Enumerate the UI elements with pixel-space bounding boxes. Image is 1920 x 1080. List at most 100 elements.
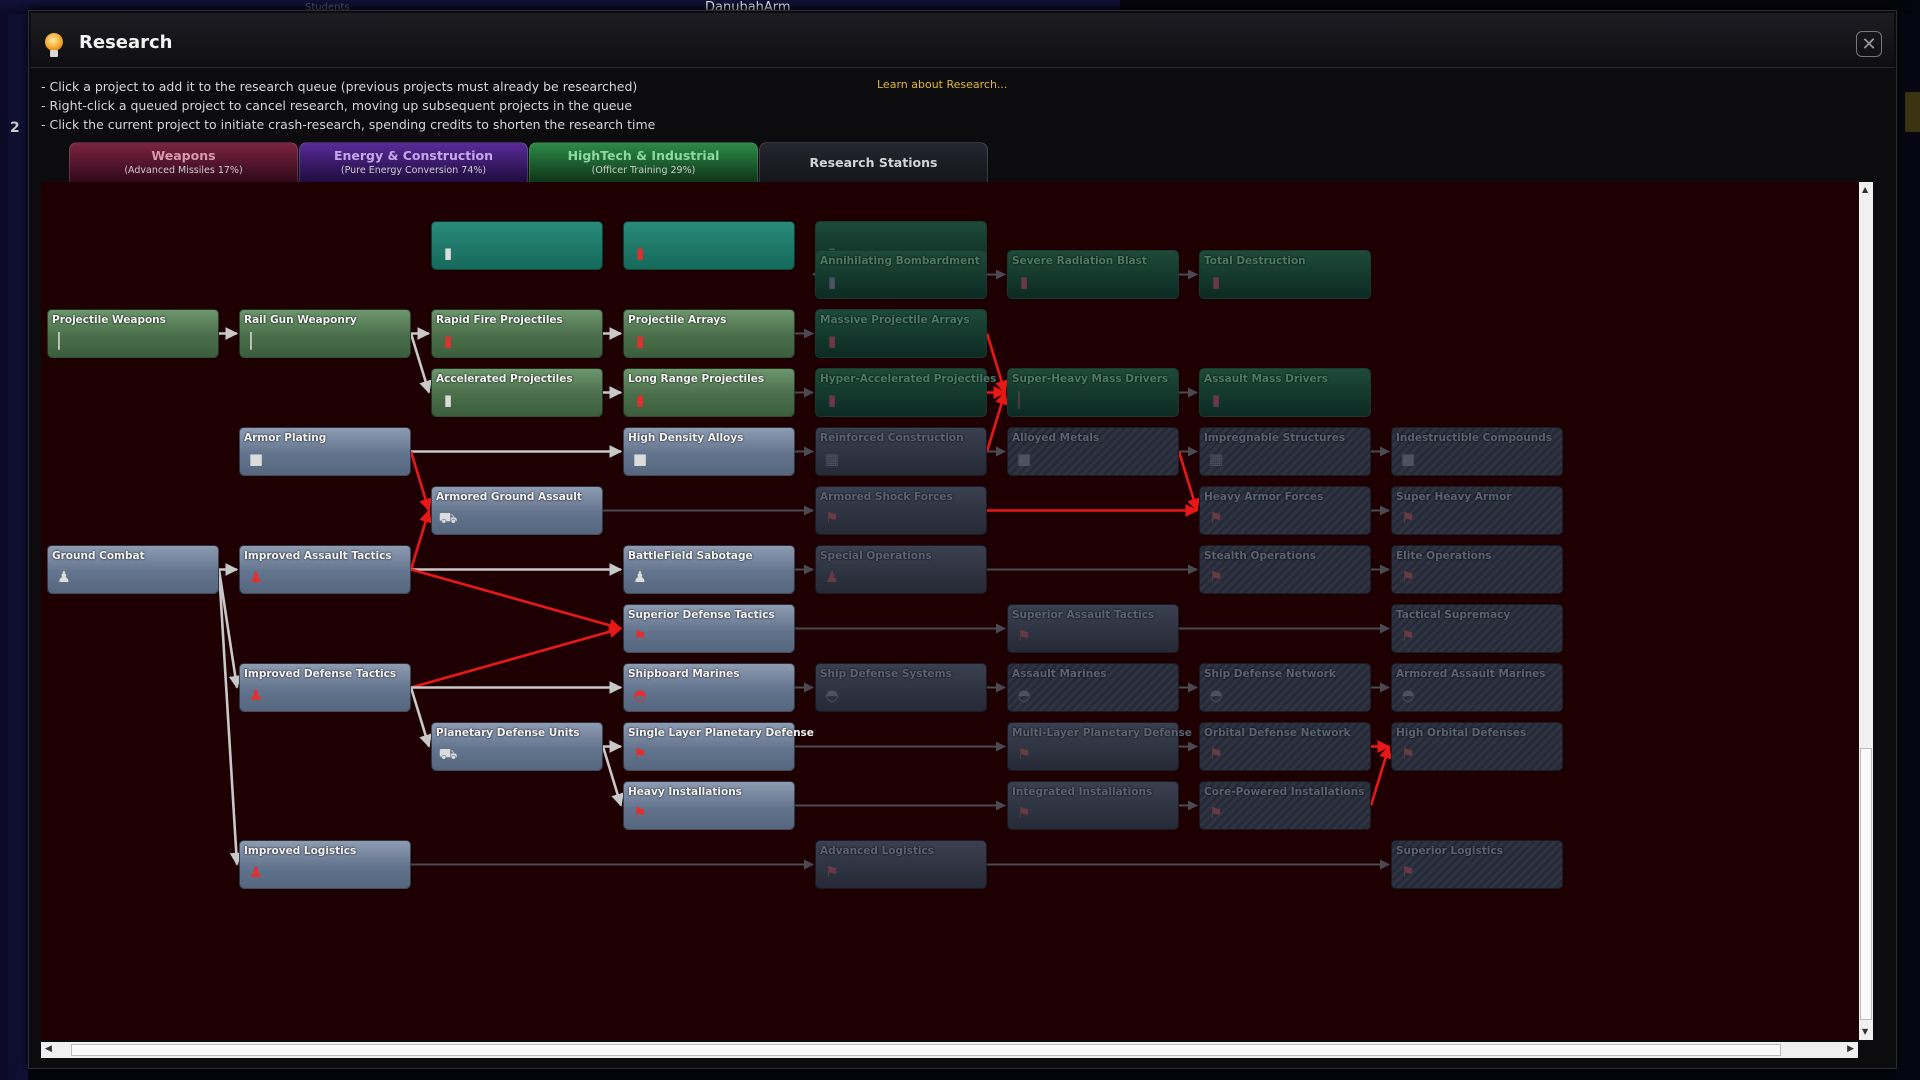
tank-icon: ⛟	[438, 509, 458, 527]
research-node-sabotage[interactable]: BattleField Sabotage ♟	[623, 545, 795, 594]
shell-icon: ▮	[443, 332, 453, 350]
research-node-marines[interactable]: Shipboard Marines ◓	[623, 663, 795, 712]
research-node-label: Tactical Supremacy	[1396, 609, 1511, 621]
research-node-heavyarmor[interactable]: Heavy Armor Forces ⚑	[1199, 486, 1371, 535]
research-node-indestructible[interactable]: Indestructible Compounds ■	[1391, 427, 1563, 476]
research-node-specialops[interactable]: Special Operations ♟	[815, 545, 987, 594]
shell-icon: ▮	[635, 243, 645, 262]
research-node-teal2[interactable]: ▮	[623, 220, 795, 270]
tab-progress: (Officer Training 29%)	[591, 165, 696, 176]
research-node-superiordef[interactable]: Superior Defense Tactics ⚑	[623, 604, 795, 653]
research-node-label: Armor Plating	[244, 432, 327, 444]
research-node-planetarydef[interactable]: Planetary Defense Units ⛟	[431, 722, 603, 771]
research-window: Research ✕ - Click a project to add it t…	[28, 10, 1897, 1069]
research-node-annihilating[interactable]: Annihilating Bombardment ▮	[815, 250, 987, 299]
research-node-projarrays[interactable]: Projectile Arrays ▮	[623, 309, 795, 358]
research-node-label: Ship Defense Systems	[820, 668, 952, 680]
light-bulb-icon	[45, 33, 63, 51]
research-node-stealthops[interactable]: Stealth Operations ⚑	[1199, 545, 1371, 594]
research-node-logistics[interactable]: Improved Logistics ♟	[239, 840, 411, 889]
instruction-line: - Click the current project to initiate …	[41, 117, 656, 132]
research-node-label: Shipboard Marines	[628, 668, 740, 680]
research-node-orbitaldefnet[interactable]: Orbital Defense Network ⚑	[1199, 722, 1371, 771]
research-node-projweap[interactable]: Projectile Weapons ▏	[47, 309, 219, 358]
research-node-tactical[interactable]: Tactical Supremacy ⚑	[1391, 604, 1563, 653]
research-node-label: High Orbital Defenses	[1396, 727, 1527, 739]
flag-icon: ⚑	[1209, 509, 1223, 527]
learn-about-research-link[interactable]: Learn about Research...	[877, 78, 1007, 91]
flag-icon: ⚑	[1401, 627, 1415, 645]
research-node-superheavy[interactable]: Super-Heavy Mass Drivers ▏	[1007, 368, 1179, 417]
armor-plate-icon: ■	[248, 450, 264, 468]
armor-plate-icon: ■	[632, 450, 648, 468]
horizontal-scroll-thumb[interactable]	[71, 1044, 1781, 1056]
helmet-icon: ◓	[825, 686, 839, 704]
research-node-alloyed[interactable]: Alloyed Metals ■	[1007, 427, 1179, 476]
research-node-highorbital[interactable]: High Orbital Defenses ⚑	[1391, 722, 1563, 771]
structure-icon: ▦	[824, 450, 840, 468]
bomb-icon: ▮	[827, 273, 837, 291]
research-node-impregnable[interactable]: Impregnable Structures ▦	[1199, 427, 1371, 476]
prerequisite-link	[410, 568, 623, 632]
research-node-armoredground[interactable]: Armored Ground Assault ⛟	[431, 486, 603, 535]
background-left-number: 2	[10, 120, 20, 136]
research-node-multilayer[interactable]: Multi-Layer Planetary Defense ⚑	[1007, 722, 1192, 771]
research-node-groundcombat[interactable]: Ground Combat ♟	[47, 545, 219, 594]
soldiers-icon: ♟	[249, 568, 263, 586]
vertical-scroll-thumb[interactable]	[1860, 748, 1872, 1020]
research-node-assaultmarines[interactable]: Assault Marines ◓	[1007, 663, 1179, 712]
research-node-highdensity[interactable]: High Density Alloys ■	[623, 427, 795, 476]
horizontal-scrollbar[interactable]: ◀ ▶	[41, 1042, 1858, 1058]
research-node-armor[interactable]: Armor Plating ■	[239, 427, 411, 476]
flag-icon: ⚑	[1401, 863, 1415, 881]
prerequisite-link	[601, 746, 624, 807]
research-node-assaultmass[interactable]: Assault Mass Drivers ▮	[1199, 368, 1371, 417]
vertical-scrollbar[interactable]: ▲ ▼	[1859, 182, 1873, 1040]
research-node-armoredshock[interactable]: Armored Shock Forces ⚑	[815, 486, 987, 535]
research-node-superheavyarmor[interactable]: Super Heavy Armor ⚑	[1391, 486, 1563, 535]
scroll-left-arrow[interactable]: ◀	[45, 1044, 52, 1054]
research-node-superiorlogistics[interactable]: Superior Logistics ⚑	[1391, 840, 1563, 889]
scroll-down-arrow[interactable]: ▼	[1862, 1027, 1868, 1036]
research-node-massive[interactable]: Massive Projectile Arrays ▮	[815, 309, 987, 358]
research-node-hyperaccel[interactable]: Hyper-Accelerated Projectiles ▮	[815, 368, 996, 417]
research-node-reinforced[interactable]: Reinforced Construction ▦	[815, 427, 987, 476]
research-node-superiorassault[interactable]: Superior Assault Tactics ⚑	[1007, 604, 1179, 653]
research-node-assaulttactics[interactable]: Improved Assault Tactics ♟	[239, 545, 411, 594]
prerequisite-link	[1177, 451, 1200, 512]
scroll-up-arrow[interactable]: ▲	[1862, 185, 1868, 194]
research-node-label: Annihilating Bombardment	[820, 255, 980, 267]
research-node-longrange[interactable]: Long Range Projectiles ▮	[623, 368, 795, 417]
research-node-armoredassaultmarines[interactable]: Armored Assault Marines ◓	[1391, 663, 1563, 712]
research-node-accel[interactable]: Accelerated Projectiles ▮	[431, 368, 603, 417]
research-node-severe[interactable]: Severe Radiation Blast ▮	[1007, 250, 1179, 299]
shell-icon: ▮	[827, 332, 837, 350]
research-node-railgun[interactable]: Rail Gun Weaponry ▏	[239, 309, 411, 358]
research-node-eliteops[interactable]: Elite Operations ⚑	[1391, 545, 1563, 594]
research-node-shipdefsys[interactable]: Ship Defense Systems ◓	[815, 663, 987, 712]
window-title: Research	[79, 32, 173, 53]
flag-icon: ⚑	[633, 627, 647, 645]
research-node-singlelayer[interactable]: Single Layer Planetary Defense ⚑	[623, 722, 814, 771]
research-node-total[interactable]: Total Destruction ▮	[1199, 250, 1371, 299]
flag-icon: ⚑	[633, 804, 647, 822]
research-node-deftactics[interactable]: Improved Defense Tactics ♟	[239, 663, 411, 712]
research-node-label: Improved Assault Tactics	[244, 550, 392, 562]
research-node-advlogistics[interactable]: Advanced Logistics ⚑	[815, 840, 987, 889]
research-node-integrated[interactable]: Integrated Installations ⚑	[1007, 781, 1179, 830]
scroll-right-arrow[interactable]: ▶	[1847, 1044, 1854, 1054]
tab-label: Energy & Construction	[333, 148, 494, 163]
research-node-heavyinst[interactable]: Heavy Installations ⚑	[623, 781, 795, 830]
research-node-label: Orbital Defense Network	[1204, 727, 1351, 739]
research-node-shipdefnet[interactable]: Ship Defense Network ◓	[1199, 663, 1371, 712]
close-button[interactable]: ✕	[1856, 31, 1882, 57]
research-node-label: Projectile Weapons	[52, 314, 166, 326]
research-node-teal1[interactable]: ▮	[431, 220, 603, 270]
research-node-label: Superior Assault Tactics	[1012, 609, 1155, 621]
research-node-label: Ship Defense Network	[1204, 668, 1336, 680]
research-node-label: Total Destruction	[1204, 255, 1306, 267]
research-node-label: Rail Gun Weaponry	[244, 314, 357, 326]
research-node-label: Advanced Logistics	[820, 845, 934, 857]
research-node-corepowered[interactable]: Core-Powered Installations ⚑	[1199, 781, 1371, 830]
research-node-rapidfire[interactable]: Rapid Fire Projectiles ▮	[431, 309, 603, 358]
